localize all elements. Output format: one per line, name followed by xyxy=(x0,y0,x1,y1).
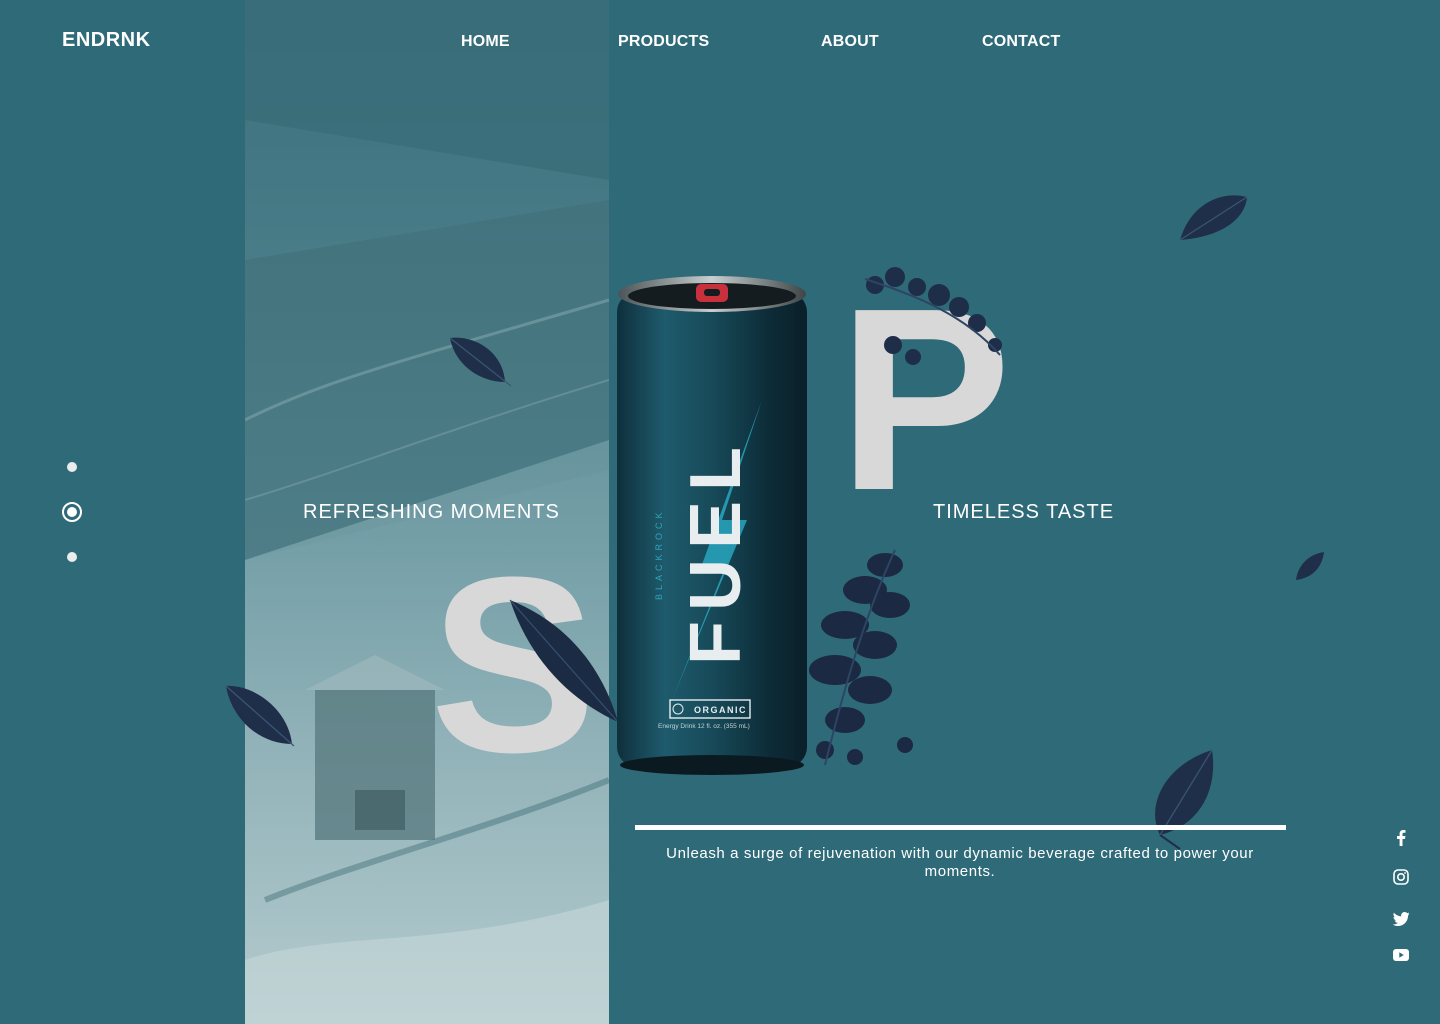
nav-contact-link[interactable]: CONTACT xyxy=(982,33,1060,51)
hero-tag-left: REFRESHING MOMENTS xyxy=(303,501,560,523)
leaf-decoration-icon xyxy=(1179,195,1248,241)
facebook-link[interactable] xyxy=(1391,828,1411,848)
facebook-icon xyxy=(1397,830,1406,846)
youtube-link[interactable] xyxy=(1391,945,1411,965)
hero-description: Unleash a surge of rejuvenation with our… xyxy=(666,845,1254,880)
twitter-icon xyxy=(1393,912,1409,926)
nav-about-link[interactable]: ABOUT xyxy=(821,33,879,51)
twitter-link[interactable] xyxy=(1391,909,1411,929)
slider-dot-1[interactable] xyxy=(67,462,77,472)
leaf-decoration-icon xyxy=(449,337,512,387)
hero-tag-right: TIMELESS TASTE xyxy=(933,501,1115,523)
can-brand-text: FUEL xyxy=(676,437,756,665)
slider-dot-3[interactable] xyxy=(67,552,77,562)
instagram-icon xyxy=(1393,869,1409,885)
can-caption-text: Energy Drink 12 fl. oz. (355 mL) xyxy=(658,723,750,730)
fern-branch-icon xyxy=(809,549,913,766)
youtube-icon xyxy=(1393,949,1409,961)
nav-home-link[interactable]: HOME xyxy=(461,33,510,51)
leaf-decoration-icon xyxy=(225,685,295,747)
can-sub-brand-text: BLACKROCK xyxy=(654,508,664,600)
hero-divider xyxy=(635,825,1286,830)
fuel-can-image: FUEL BLACKROCK ORGANIC Energy Drink 12 f… xyxy=(617,276,807,775)
instagram-link[interactable] xyxy=(1391,867,1411,887)
slider-dot-2-active[interactable] xyxy=(62,502,82,522)
leaf-decoration-icon xyxy=(1296,552,1324,580)
eucalyptus-branch-icon xyxy=(864,267,1002,365)
main-nav: HOME PRODUCTS ABOUT CONTACT xyxy=(0,33,1440,53)
nav-products-link[interactable]: PRODUCTS xyxy=(618,33,709,51)
leaf-decoration-icon xyxy=(1155,749,1214,850)
slider-pagination xyxy=(62,456,82,568)
can-organic-badge: ORGANIC xyxy=(694,705,747,715)
palm-leaf-decoration-icon xyxy=(509,599,619,723)
